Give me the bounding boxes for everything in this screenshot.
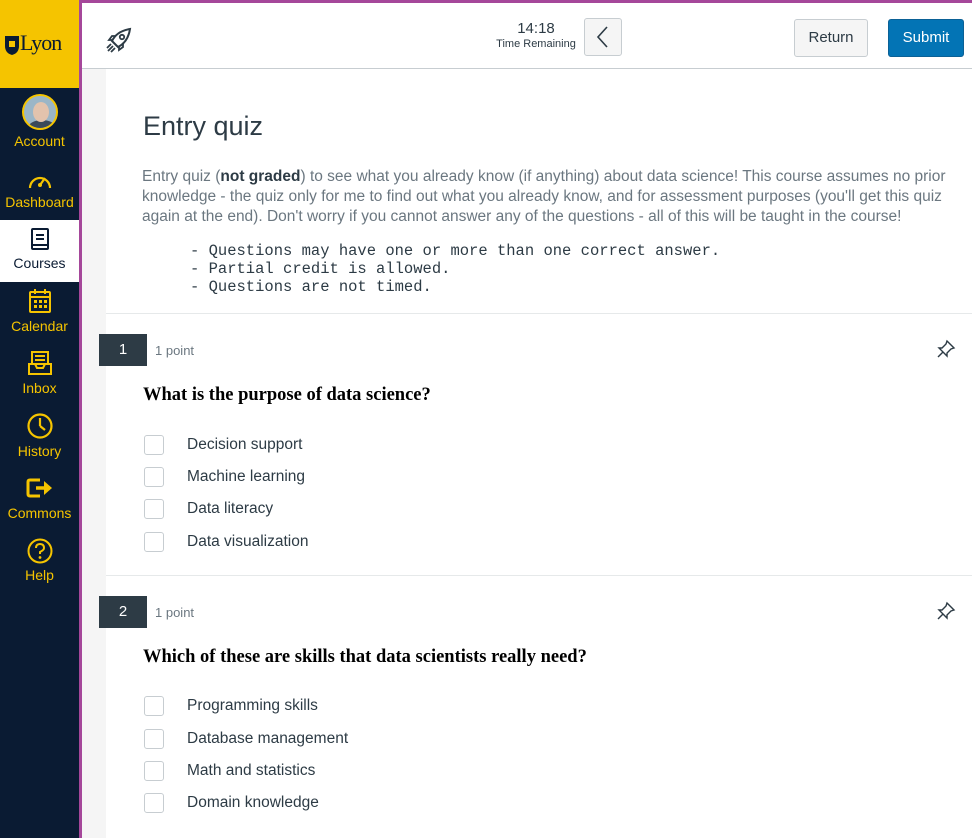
nav-label-dashboard: Dashboard — [5, 194, 74, 210]
answer-label: Data literacy — [187, 500, 274, 517]
courses-icon — [30, 228, 49, 250]
institution-logo[interactable]: Lyon — [0, 0, 79, 88]
shield-icon — [5, 36, 19, 55]
answer-label: Machine learning — [187, 468, 306, 485]
inbox-icon — [27, 351, 52, 375]
nav-label-account: Account — [14, 133, 65, 149]
answer-label: Math and statistics — [187, 762, 316, 779]
dashboard-icon — [28, 176, 51, 189]
answer-option[interactable]: Data literacy — [144, 498, 544, 520]
question-number: 1 — [99, 334, 147, 366]
return-button[interactable]: Return — [794, 19, 868, 57]
global-nav: Lyon Account Dashboard Courses Calendar … — [0, 0, 79, 838]
answer-label: Data visualization — [187, 533, 309, 550]
answer-option[interactable]: Machine learning — [144, 466, 544, 488]
question-points: 1 point — [155, 605, 195, 620]
note-line: - Partial credit is allowed. — [190, 260, 451, 278]
nav-item-calendar[interactable]: Calendar — [0, 282, 79, 344]
instructions-text-start: Entry quiz ( — [142, 168, 221, 185]
quiz-content: Entry quiz Entry quiz (not graded) to se… — [99, 69, 972, 838]
answer-option[interactable]: Domain knowledge — [144, 792, 544, 814]
nav-item-commons[interactable]: Commons — [0, 470, 79, 532]
nav-item-inbox[interactable]: Inbox — [0, 344, 79, 406]
nav-label-commons: Commons — [7, 505, 72, 521]
help-icon — [27, 538, 52, 564]
answer-option[interactable]: Decision support — [144, 434, 544, 456]
answer-label: Database management — [187, 730, 349, 747]
answer-checkbox[interactable] — [144, 499, 164, 519]
section-divider — [106, 575, 972, 576]
calendar-icon — [28, 289, 51, 313]
quiz-instructions: Entry quiz (not graded) to see what you … — [142, 167, 972, 227]
pin-icon[interactable] — [936, 339, 956, 359]
timer-label: Time Remaining — [496, 38, 576, 50]
chevron-left-icon — [596, 26, 608, 48]
timer-value: 14:18 — [517, 20, 555, 37]
answer-checkbox[interactable] — [144, 696, 164, 716]
answer-option[interactable]: Programming skills — [144, 695, 544, 717]
question-number: 2 — [99, 596, 147, 628]
nav-item-courses[interactable]: Courses — [0, 220, 79, 282]
nav-item-help[interactable]: Help — [0, 532, 79, 594]
nav-label-courses: Courses — [13, 255, 66, 271]
answer-label: Programming skills — [187, 697, 318, 714]
answer-checkbox[interactable] — [144, 532, 164, 552]
nav-label-calendar: Calendar — [11, 318, 68, 334]
answer-option[interactable]: Database management — [144, 728, 544, 750]
nav-label-history: History — [17, 443, 62, 459]
logo-text: Lyon — [20, 30, 62, 55]
answer-label: Domain knowledge — [187, 794, 319, 811]
note-line: - Questions may have one or more than on… — [190, 242, 721, 260]
time-remaining: 14:18 Time Remaining — [486, 20, 586, 50]
rocket-icon — [106, 27, 132, 53]
answer-label: Decision support — [187, 436, 303, 453]
quiz-notes: - Questions may have one or more than on… — [190, 242, 720, 296]
answer-option[interactable]: Math and statistics — [144, 760, 544, 782]
answer-checkbox[interactable] — [144, 729, 164, 749]
nav-label-help: Help — [25, 567, 54, 583]
instructions-emphasis: not graded — [220, 168, 301, 185]
avatar — [21, 94, 58, 130]
answer-checkbox[interactable] — [144, 467, 164, 487]
quiz-header-bar: 14:18 Time Remaining Return Submit — [82, 0, 972, 69]
answer-checkbox[interactable] — [144, 793, 164, 813]
nav-item-account[interactable]: Account — [0, 88, 79, 150]
question-points: 1 point — [155, 343, 195, 358]
question-text: Which of these are skills that data scie… — [143, 647, 587, 667]
pin-icon[interactable] — [936, 601, 956, 621]
nav-item-history[interactable]: History — [0, 406, 79, 468]
answer-option[interactable]: Data visualization — [144, 531, 544, 553]
answer-checkbox[interactable] — [144, 761, 164, 781]
submit-button[interactable]: Submit — [888, 19, 964, 57]
note-line: - Questions are not timed. — [190, 278, 432, 296]
section-divider — [106, 313, 972, 314]
collapse-sidebar-button[interactable] — [584, 18, 622, 56]
answer-checkbox[interactable] — [144, 435, 164, 455]
question-text: What is the purpose of data science? — [143, 385, 431, 405]
content-gutter — [82, 69, 106, 838]
nav-item-dashboard[interactable]: Dashboard — [0, 158, 79, 220]
nav-label-inbox: Inbox — [22, 380, 57, 396]
quiz-title: Entry quiz — [143, 111, 264, 141]
commons-icon — [26, 478, 52, 498]
history-icon — [26, 413, 53, 439]
